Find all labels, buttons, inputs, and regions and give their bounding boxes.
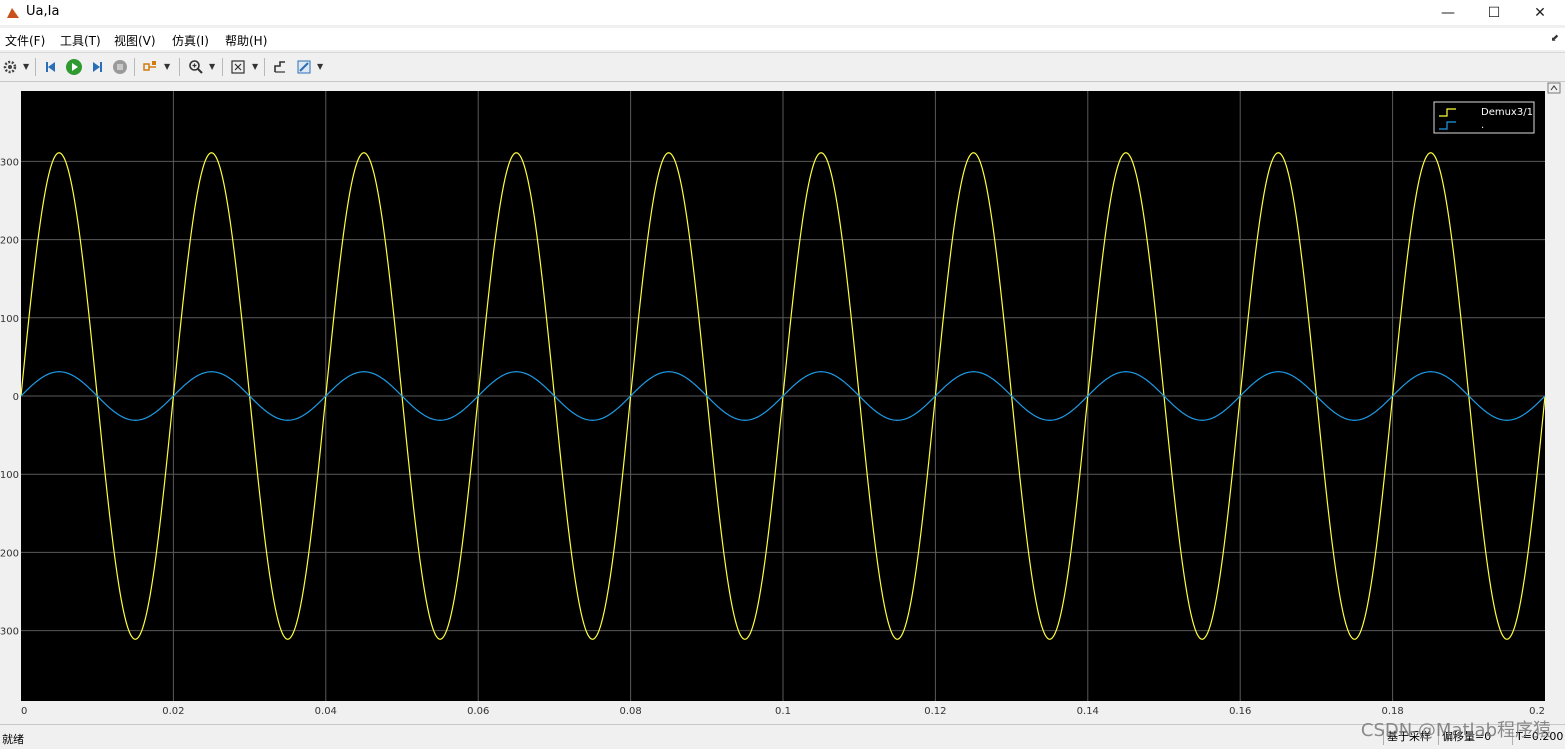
- stop-icon[interactable]: [110, 57, 130, 77]
- minimize-button[interactable]: —: [1425, 0, 1471, 25]
- fit-icon[interactable]: [228, 57, 248, 77]
- x-tick-label: 0.16: [1229, 706, 1251, 717]
- close-button[interactable]: ✕: [1517, 0, 1563, 25]
- y-tick-labels: 300 200 100 0 100 200 300: [0, 157, 19, 637]
- x-tick-label: 0.04: [315, 706, 337, 717]
- y-tick-label: 300: [0, 157, 19, 168]
- matlab-logo-icon: [6, 5, 20, 19]
- x-tick-label: 0.1: [775, 706, 791, 717]
- trigger-icon[interactable]: [270, 57, 290, 77]
- legend-label: Demux3/1: [1481, 107, 1533, 118]
- x-tick-label: 0: [21, 706, 27, 717]
- zoom-icon[interactable]: [186, 57, 206, 77]
- window-title: Ua,Ia: [26, 4, 60, 19]
- step-back-icon[interactable]: [41, 57, 61, 77]
- minimize-icon: —: [1441, 4, 1455, 21]
- toolbar: ▼ ▼ ▼ ▼ ▼: [0, 52, 1565, 82]
- close-icon: ✕: [1534, 4, 1546, 21]
- gear-dropdown-icon[interactable]: ▼: [23, 62, 29, 71]
- style-icon[interactable]: [294, 57, 314, 77]
- highlight-dropdown-icon[interactable]: ▼: [164, 62, 170, 71]
- x-tick-label: 0.02: [162, 706, 184, 717]
- menu-view[interactable]: 视图(V): [114, 32, 156, 49]
- fit-dropdown-icon[interactable]: ▼: [252, 62, 258, 71]
- x-tick-label: 0.14: [1077, 706, 1099, 717]
- y-tick-label: 300: [0, 627, 19, 638]
- title-bar: Ua,Ia — ☐ ✕: [0, 0, 1565, 25]
- gear-icon[interactable]: [0, 57, 20, 77]
- toolbar-separator: [222, 58, 223, 76]
- status-ready: 就绪: [2, 733, 24, 746]
- y-tick-label: 100: [0, 470, 19, 481]
- step-forward-icon[interactable]: [87, 57, 107, 77]
- zoom-dropdown-icon[interactable]: ▼: [209, 62, 215, 71]
- maximize-button[interactable]: ☐: [1471, 0, 1517, 25]
- menu-file[interactable]: 文件(F): [5, 32, 45, 49]
- toolbar-separator: [35, 58, 36, 76]
- toolbar-separator: [264, 58, 265, 76]
- scope-plot-frame: 300 200 100 0 100 200 300 0 0.02 0.04 0.06 0.08 0.1…: [0, 82, 1565, 724]
- legend[interactable]: Demux3/1.: [1433, 101, 1535, 134]
- menu-tools[interactable]: 工具(T): [60, 32, 101, 49]
- y-tick-label: 0: [13, 392, 19, 403]
- toolbar-separator: [179, 58, 180, 76]
- maximize-icon: ☐: [1487, 4, 1501, 21]
- y-tick-label: 200: [0, 236, 19, 247]
- toolbar-separator: [134, 58, 135, 76]
- expand-toolstrip-button[interactable]: [1547, 82, 1561, 94]
- highlight-icon[interactable]: [140, 57, 160, 77]
- menu-simulation[interactable]: 仿真(I): [172, 32, 209, 49]
- scope-plot[interactable]: 300 200 100 0 100 200 300 0 0.02 0.04 0.06 0.08 0.1…: [0, 82, 1565, 724]
- watermark: CSDN @Matlab程序猿: [1360, 720, 1551, 741]
- y-tick-label: 200: [0, 548, 19, 559]
- style-dropdown-icon[interactable]: ▼: [317, 62, 323, 71]
- x-tick-labels: 0 0.02 0.04 0.06 0.08 0.1 0.12 0.14 0.16 0.18 0.2: [21, 706, 1545, 717]
- status-bar: 就绪 基于采样 偏移量=0 T=0.200: [0, 724, 1565, 749]
- menu-help[interactable]: 帮助(H): [225, 32, 267, 49]
- run-icon[interactable]: [64, 57, 84, 77]
- x-tick-label: 0.06: [467, 706, 489, 717]
- x-tick-label: 0.08: [619, 706, 641, 717]
- x-tick-label: 0.12: [924, 706, 946, 717]
- menu-bar: 文件(F) 工具(T) 视图(V) 仿真(I) 帮助(H): [0, 28, 1565, 50]
- legend-label: .: [1481, 120, 1484, 131]
- undock-arrow-icon[interactable]: ⬋: [1551, 33, 1559, 44]
- y-tick-label: 100: [0, 314, 19, 325]
